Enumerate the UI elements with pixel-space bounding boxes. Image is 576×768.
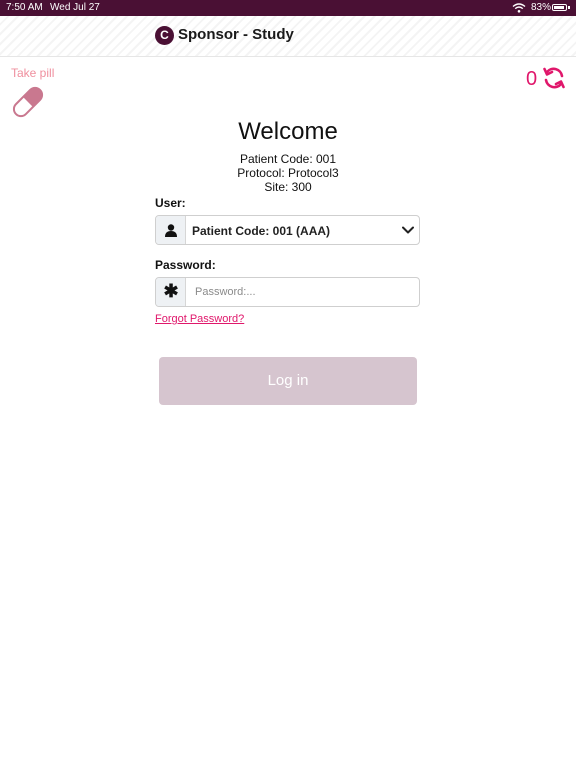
battery-percent: 83% <box>531 2 552 13</box>
wifi-icon <box>512 3 526 13</box>
status-date: Wed Jul 27 <box>50 2 100 13</box>
welcome-heading: Welcome <box>238 118 338 145</box>
take-pill-label[interactable]: Take pill <box>11 66 54 80</box>
app-logo: C <box>155 26 174 45</box>
status-bar: 7:50 AM Wed Jul 27 83% <box>0 0 576 16</box>
sync-icon[interactable] <box>542 66 566 90</box>
pill-icon[interactable] <box>10 85 46 119</box>
forgot-password-link[interactable]: Forgot Password? <box>155 313 244 325</box>
app-title: Sponsor - Study <box>178 26 294 43</box>
user-icon <box>165 224 177 237</box>
password-label: Password: <box>155 258 216 272</box>
asterisk-icon: ✱ <box>163 281 179 301</box>
login-button[interactable]: Log in <box>159 357 417 405</box>
user-label: User: <box>155 196 186 210</box>
password-field[interactable]: ✱ <box>155 277 420 307</box>
user-select-value: Patient Code: 001 (AAA) <box>192 224 331 238</box>
patient-code-text: Patient Code: 001 <box>239 152 337 166</box>
app-header: C Sponsor - Study <box>0 16 576 57</box>
sync-count: 0 <box>526 68 538 90</box>
user-addon <box>156 216 186 244</box>
battery-icon <box>552 4 570 11</box>
site-text: Site: 300 <box>264 180 312 194</box>
password-input[interactable] <box>187 278 417 306</box>
status-time: 7:50 AM <box>6 2 43 13</box>
protocol-text: Protocol: Protocol3 <box>237 166 339 180</box>
chevron-down-icon <box>402 226 414 234</box>
user-select[interactable]: Patient Code: 001 (AAA) <box>155 215 420 245</box>
password-addon: ✱ <box>156 278 186 306</box>
